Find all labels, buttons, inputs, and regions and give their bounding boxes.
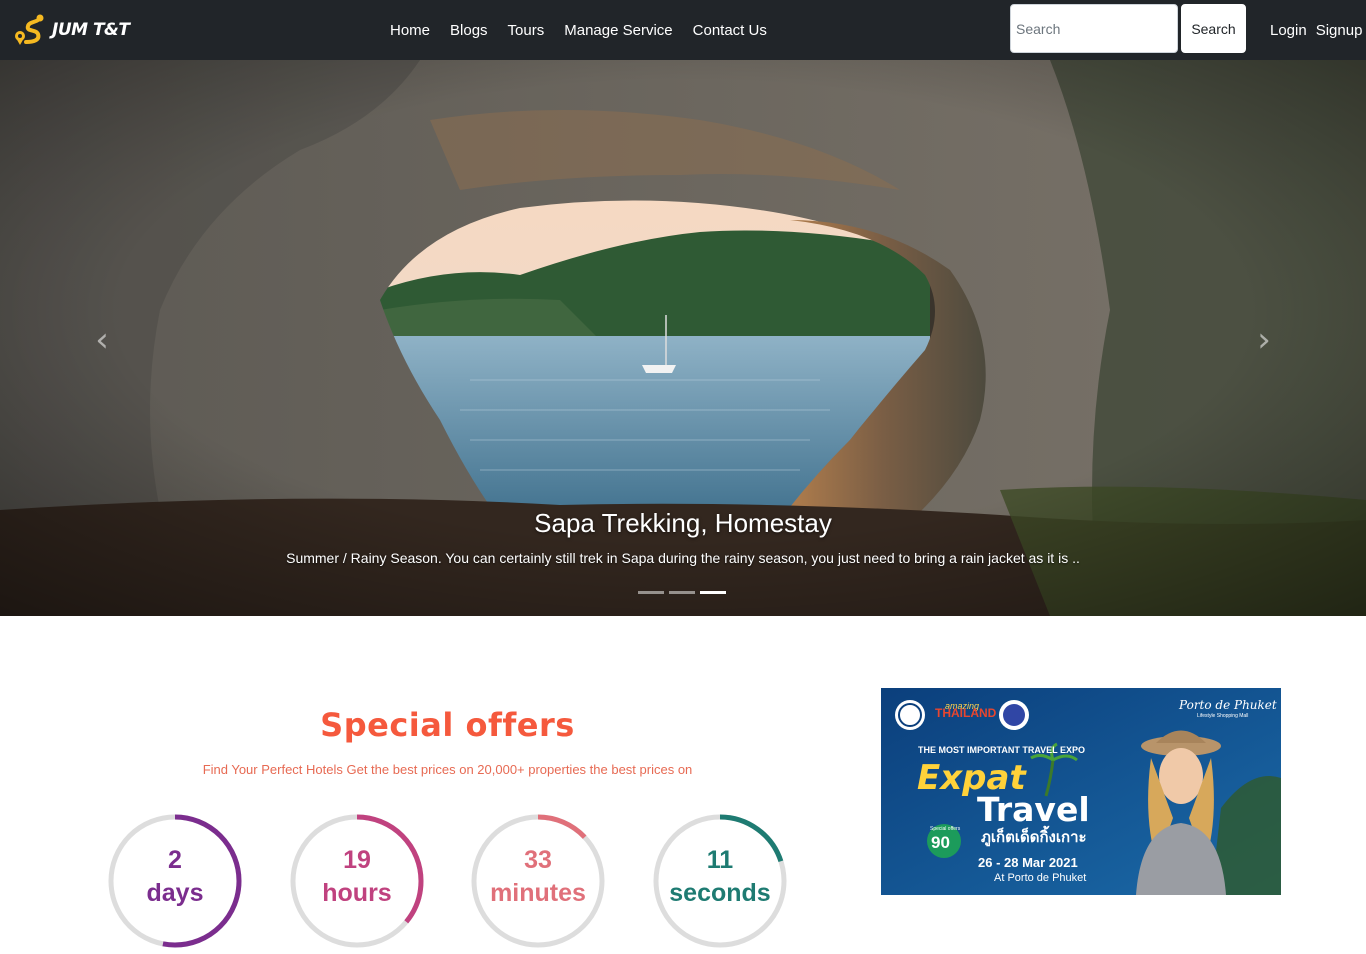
- slide-description: Summer / Rainy Season. You can certainly…: [286, 550, 1080, 566]
- countdown-value: 19: [343, 846, 371, 874]
- search-button[interactable]: Search: [1181, 4, 1246, 53]
- carousel-prev-button[interactable]: ‹: [72, 300, 132, 380]
- brand-logo[interactable]: JUM T&T: [12, 8, 130, 52]
- carousel-indicator-3[interactable]: [700, 591, 726, 594]
- ad-dates: 26 - 28 Mar 2021: [978, 855, 1078, 870]
- nav-contact-us[interactable]: Contact Us: [683, 22, 777, 39]
- ad-headline: THE MOST IMPORTANT TRAVEL EXPO: [918, 745, 1086, 755]
- carousel-indicator-2[interactable]: [669, 591, 695, 594]
- countdown-value: 2: [168, 846, 182, 874]
- countdown-value: 11: [706, 846, 734, 874]
- countdown-days: 2 days: [107, 813, 243, 949]
- ad-thailand-text: THAILAND: [935, 706, 997, 720]
- signup-link[interactable]: Signup: [1316, 22, 1363, 39]
- chevron-left-icon: ‹: [95, 320, 109, 360]
- search-input[interactable]: [1010, 4, 1178, 53]
- nav-tours[interactable]: Tours: [498, 22, 555, 39]
- offers-subtitle: Find Your Perfect Hotels Get the best pr…: [202, 762, 693, 777]
- countdown-unit: seconds: [669, 879, 771, 907]
- login-link[interactable]: Login: [1270, 22, 1307, 39]
- ad-thai-text: ภูเก็ตเด็ดกิ้งเกาะ: [981, 829, 1087, 846]
- ad-percent: 90: [931, 833, 950, 852]
- countdown-unit: minutes: [490, 879, 586, 907]
- expo-advertisement-banner[interactable]: amazing THAILAND Porto de Phuket Lifesty…: [881, 688, 1281, 895]
- nav-blogs[interactable]: Blogs: [440, 22, 498, 39]
- countdown-unit: hours: [322, 879, 392, 907]
- ad-special-offers: Special offers: [930, 826, 961, 832]
- carousel-indicator-1[interactable]: [638, 591, 664, 594]
- auth-links: Login Signup: [1270, 0, 1362, 60]
- hero-carousel: ‹ › Sapa Trekking, Homestay Summer / Rai…: [0, 60, 1366, 616]
- slide-title: Sapa Trekking, Homestay: [534, 508, 832, 538]
- offers-title: Special offers: [320, 706, 575, 744]
- ad-porto-sub: Lifestyle Shopping Mall: [1197, 713, 1249, 719]
- nav-home[interactable]: Home: [380, 22, 440, 39]
- carousel-next-button[interactable]: ›: [1234, 300, 1294, 380]
- navbar: JUM T&T Home Blogs Tours Manage Service …: [0, 0, 1366, 60]
- countdown-value: 33: [524, 846, 552, 874]
- brand-name: JUM T&T: [52, 20, 130, 40]
- carousel-indicators: [638, 591, 726, 594]
- nav-manage-service[interactable]: Manage Service: [554, 22, 682, 39]
- main-nav: Home Blogs Tours Manage Service Contact …: [380, 0, 777, 60]
- ad-venue: At Porto de Phuket: [994, 872, 1087, 884]
- countdown-seconds: 11 seconds: [652, 813, 788, 949]
- ad-porto-brand: Porto de Phuket: [1179, 698, 1277, 712]
- countdown-minutes: 33 minutes: [470, 813, 606, 949]
- countdown-unit: days: [146, 879, 204, 907]
- chevron-right-icon: ›: [1257, 320, 1271, 360]
- countdown-hours: 19 hours: [289, 813, 425, 949]
- map-pin-route-icon: [15, 14, 44, 45]
- ad-travel-text: Travel: [977, 790, 1090, 829]
